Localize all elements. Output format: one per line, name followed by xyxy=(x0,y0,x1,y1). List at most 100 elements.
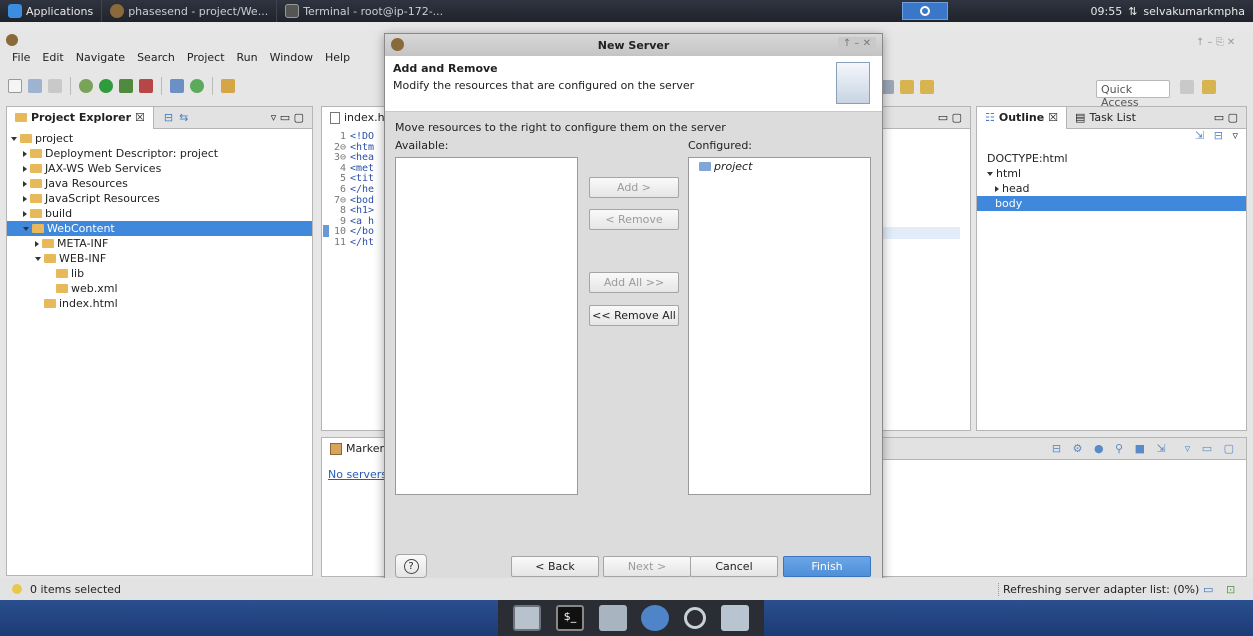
tree-item[interactable]: web.xml xyxy=(7,281,312,296)
help-button[interactable]: ? xyxy=(395,554,427,578)
menu-run[interactable]: Run xyxy=(231,51,264,64)
outline-item[interactable]: body xyxy=(977,196,1246,211)
run-server-icon[interactable] xyxy=(119,79,133,93)
tree-item[interactable]: META-INF xyxy=(7,236,312,251)
menu-navigate[interactable]: Navigate xyxy=(70,51,131,64)
taskbar-terminal[interactable]: Terminal - root@ip-172-... xyxy=(276,0,451,22)
available-list[interactable] xyxy=(395,157,578,495)
toolbar-separator xyxy=(70,77,71,95)
forward-icon[interactable] xyxy=(920,80,934,94)
sort-icon[interactable]: ⇲ xyxy=(1195,129,1204,142)
folder-icon xyxy=(20,134,32,143)
outline-item[interactable]: html xyxy=(977,166,1246,181)
collapse-icon[interactable]: ⊟ xyxy=(1214,129,1223,142)
expand-down-icon[interactable] xyxy=(11,136,17,141)
workspace-switcher[interactable] xyxy=(902,2,948,20)
back-button[interactable]: < Back xyxy=(511,556,599,577)
outline-item[interactable]: head xyxy=(977,181,1246,196)
collapse-all-icon[interactable]: ⊟ xyxy=(164,111,173,124)
expand-right-icon[interactable] xyxy=(35,240,39,247)
files-folder-icon[interactable] xyxy=(720,605,749,631)
show-desktop-icon[interactable] xyxy=(513,605,542,631)
menu-help[interactable]: Help xyxy=(319,51,356,64)
menu-edit[interactable]: Edit xyxy=(36,51,69,64)
outline-item-label: html xyxy=(996,167,1022,180)
open-type-icon[interactable] xyxy=(221,79,235,93)
next-button[interactable]: Next > xyxy=(603,556,691,577)
finish-button[interactable]: Finish xyxy=(783,556,871,577)
close-icon[interactable]: ☒ xyxy=(135,111,145,124)
code-text: </he xyxy=(350,183,375,195)
progress-icon[interactable]: ▭ xyxy=(1203,583,1213,596)
tree-item-label: web.xml xyxy=(71,282,118,295)
back-icon[interactable] xyxy=(900,80,914,94)
tree-item[interactable]: WebContent xyxy=(7,221,312,236)
tree-item[interactable]: JavaScript Resources xyxy=(7,191,312,206)
external-tools-icon[interactable] xyxy=(139,79,153,93)
print-icon[interactable] xyxy=(48,79,62,93)
tree-item[interactable]: Deployment Descriptor: project xyxy=(7,146,312,161)
expand-right-icon[interactable] xyxy=(23,180,27,187)
tree-item[interactable]: JAX-WS Web Services xyxy=(7,161,312,176)
run-icon[interactable] xyxy=(99,79,113,93)
expand-right-icon[interactable] xyxy=(23,195,27,202)
java-ee-perspective-icon[interactable] xyxy=(1202,80,1216,94)
applications-menu[interactable]: Applications xyxy=(0,0,101,22)
code-text: <a h xyxy=(350,215,375,227)
open-perspective-icon[interactable] xyxy=(1180,80,1194,94)
menu-window[interactable]: Window xyxy=(264,51,319,64)
dialog-window-controls[interactable]: ↑ – ✕ xyxy=(837,37,876,50)
expand-right-icon[interactable] xyxy=(23,150,27,157)
add-button[interactable]: Add > xyxy=(589,177,679,198)
tab-project-explorer[interactable]: Project Explorer ☒ xyxy=(7,106,154,129)
new-icon[interactable] xyxy=(8,79,22,93)
tree-item[interactable]: build xyxy=(7,206,312,221)
view-menu-icon[interactable]: ▿ xyxy=(1232,129,1238,142)
terminal-icon[interactable]: $_ xyxy=(555,605,584,631)
remove-button[interactable]: < Remove xyxy=(589,209,679,230)
outline-item[interactable]: DOCTYPE:html xyxy=(977,151,1246,166)
configured-item[interactable]: project xyxy=(699,160,860,173)
menu-search[interactable]: Search xyxy=(131,51,181,64)
menu-file[interactable]: File xyxy=(6,51,36,64)
configured-list[interactable]: project xyxy=(688,157,871,495)
clock[interactable]: 09:55 xyxy=(1091,5,1123,18)
tree-item[interactable]: lib xyxy=(7,266,312,281)
tree-item[interactable]: index.html xyxy=(7,296,312,311)
tree-item-label: Deployment Descriptor: project xyxy=(45,147,219,160)
expand-right-icon[interactable] xyxy=(23,165,27,172)
search-icon[interactable] xyxy=(683,607,706,629)
editor-minmax-icon[interactable]: ▭ ▢ xyxy=(938,111,962,124)
tree-item[interactable]: WEB-INF xyxy=(7,251,312,266)
expand-down-icon[interactable] xyxy=(23,226,29,231)
close-icon[interactable]: ☒ xyxy=(1048,111,1058,124)
add-all-button[interactable]: Add All >> xyxy=(589,272,679,293)
debug-icon[interactable] xyxy=(79,79,93,93)
web-browser-icon[interactable] xyxy=(641,605,670,631)
new-java-project-icon[interactable] xyxy=(170,79,184,93)
expand-right-icon[interactable] xyxy=(995,185,999,192)
menu-project[interactable]: Project xyxy=(181,51,231,64)
tab-outline[interactable]: ☷ Outline ☒ xyxy=(977,106,1068,129)
expand-right-icon[interactable] xyxy=(23,210,27,217)
dialog-titlebar[interactable]: New Server ↑ – ✕ xyxy=(385,34,882,56)
progress-view-icon[interactable]: ⊡ xyxy=(1226,583,1235,596)
expand-down-icon[interactable] xyxy=(35,256,41,261)
taskbar-eclipse[interactable]: phasesend - project/We... xyxy=(101,0,276,22)
tree-item[interactable]: Java Resources xyxy=(7,176,312,191)
new-class-icon[interactable] xyxy=(190,79,204,93)
tab-task-list[interactable]: ▤ Task List xyxy=(1067,107,1144,129)
tree-item[interactable]: project xyxy=(7,131,312,146)
remove-all-button[interactable]: << Remove All xyxy=(589,305,679,326)
link-editor-icon[interactable]: ⇆ xyxy=(179,111,188,124)
view-menu-icon[interactable]: ▿ ▭ ▢ xyxy=(271,111,304,124)
outline-minmax-icon[interactable]: ▭ ▢ xyxy=(1214,111,1238,124)
servers-toolbar-icons[interactable]: ⊟ ⚙ ● ⚲ ■ ⇲ ▿ ▭ ▢ xyxy=(1052,442,1238,455)
save-icon[interactable] xyxy=(28,79,42,93)
quick-access-field[interactable]: Quick Access xyxy=(1096,80,1170,109)
network-icon[interactable]: ⇅ xyxy=(1128,5,1137,18)
home-folder-icon[interactable] xyxy=(598,605,627,631)
cancel-button[interactable]: Cancel xyxy=(690,556,778,577)
expand-down-icon[interactable] xyxy=(987,171,993,176)
user-name[interactable]: selvakumarkmpha xyxy=(1143,5,1245,18)
